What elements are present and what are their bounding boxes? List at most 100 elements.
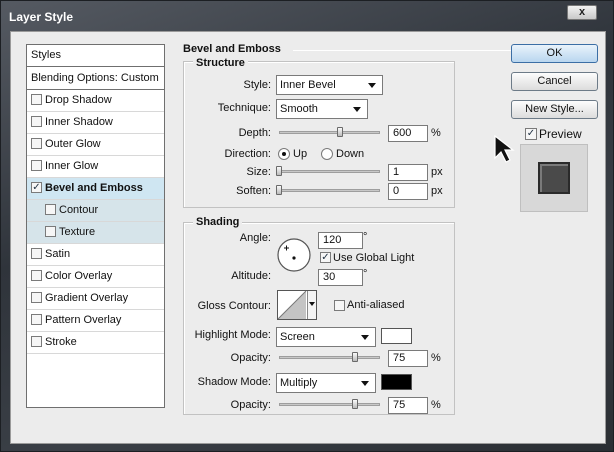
highlight-opacity-unit: % [431,352,441,364]
styles-header-label: Styles [31,49,61,61]
highlight-opacity-slider-thumb[interactable] [351,352,358,362]
style-label: Style: [243,79,271,91]
size-slider-thumb[interactable] [276,166,282,176]
dropdown-arrow-icon [353,107,361,112]
depth-slider-track[interactable] [279,131,380,134]
style-item-texture[interactable]: Texture [27,222,164,244]
dropdown-arrow-icon [368,83,376,88]
highlight-mode-label: Highlight Mode: [194,329,271,341]
angle-unit: ° [363,231,368,243]
style-item-label: Contour [59,204,99,216]
shadow-mode-value: Multiply [280,377,318,389]
technique-dropdown[interactable]: Smooth [276,99,368,119]
layer-style-dialog: Layer Style x Styles Blending Options: C… [0,0,614,452]
shadow-mode-label: Shadow Mode: [197,376,271,388]
style-value: Inner Bevel [280,79,336,91]
size-label: Size: [246,166,271,178]
style-item-contour[interactable]: Contour [27,200,164,222]
preview-checkbox[interactable]: ✓ [525,128,537,140]
style-checkbox[interactable] [31,270,42,281]
style-item-label: Blending Options: Custom [31,72,159,84]
direction-down-radio[interactable] [321,148,333,160]
style-checkbox[interactable] [31,336,42,347]
style-item-label: Gradient Overlay [45,292,129,304]
size-input[interactable]: 1 [388,164,428,181]
soften-label: Soften: [236,185,271,197]
style-item-label: Outer Glow [45,138,101,150]
style-checkbox[interactable] [31,160,42,171]
anti-aliased-label: Anti-aliased [347,299,405,311]
style-item-label: Inner Shadow [45,116,113,128]
style-item-inner-shadow[interactable]: Inner Shadow [27,112,164,134]
style-checkbox[interactable] [31,314,42,325]
direction-label: Direction: [224,148,271,160]
highlight-mode-dropdown[interactable]: Screen [276,327,376,347]
style-item-satin[interactable]: Satin [27,244,164,266]
gloss-contour-label: Gloss Contour: [197,300,271,312]
ok-button[interactable]: OK [511,44,598,63]
depth-label: Depth: [238,127,271,139]
highlight-opacity-slider-track[interactable] [279,356,380,359]
gloss-contour-picker[interactable] [277,290,317,320]
anti-aliased-checkbox[interactable] [334,300,345,311]
style-item-outer-glow[interactable]: Outer Glow [27,134,164,156]
checkmark-icon: ✓ [321,252,330,263]
global-light-checkbox[interactable]: ✓ [320,252,331,263]
style-checkbox[interactable] [31,138,42,149]
soften-slider-thumb[interactable] [276,185,282,195]
preview-box [520,144,588,212]
styles-header[interactable]: Styles [27,45,164,67]
highlight-opacity-input[interactable]: 75 [388,350,428,367]
highlight-color-swatch[interactable] [381,328,412,344]
style-item-drop-shadow[interactable]: Drop Shadow [27,90,164,112]
direction-up-label: Up [293,148,308,160]
dropdown-arrow-icon [309,302,315,306]
style-checkbox[interactable] [45,226,56,237]
style-item-blending-options-custom[interactable]: Blending Options: Custom [27,68,164,90]
style-checkbox[interactable] [31,94,42,105]
size-slider-track[interactable] [279,170,380,173]
shadow-mode-dropdown[interactable]: Multiply [276,373,376,393]
style-checkbox[interactable] [45,204,56,215]
style-item-label: Color Overlay [45,270,113,282]
highlight-mode-value: Screen [280,331,315,343]
shadow-opacity-slider-thumb[interactable] [351,399,358,409]
style-item-pattern-overlay[interactable]: Pattern Overlay [27,310,164,332]
style-item-inner-glow[interactable]: Inner Glow [27,156,164,178]
angle-label: Angle: [239,232,271,244]
style-item-bevel-and-emboss[interactable]: ✓ Bevel and Emboss [27,178,164,200]
shadow-opacity-unit: % [431,399,441,411]
soften-input[interactable]: 0 [388,183,428,200]
depth-slider-thumb[interactable] [336,127,343,137]
cancel-button[interactable]: Cancel [511,72,598,91]
style-item-color-overlay[interactable]: Color Overlay [27,266,164,288]
style-checkbox[interactable] [31,116,42,127]
style-item-gradient-overlay[interactable]: Gradient Overlay [27,288,164,310]
angle-dial-icon[interactable] [276,237,312,273]
depth-input[interactable]: 600 [388,125,428,142]
angle-input[interactable]: 120 [318,232,363,249]
style-dropdown[interactable]: Inner Bevel [276,75,383,95]
new-style-button[interactable]: New Style... [511,100,598,119]
window-title: Layer Style [9,10,74,24]
gloss-contour-dropdown[interactable] [307,291,316,319]
shadow-opacity-slider-track[interactable] [279,403,380,406]
shadow-color-swatch[interactable] [381,374,412,390]
technique-value: Smooth [280,103,318,115]
global-light-label: Use Global Light [333,252,415,264]
direction-down-label: Down [336,148,365,160]
style-item-stroke[interactable]: Stroke [27,332,164,354]
direction-up-radio[interactable] [278,148,290,160]
style-checkbox[interactable]: ✓ [31,182,42,193]
gloss-contour-icon [278,291,307,319]
style-checkbox[interactable] [31,248,42,259]
style-checkbox[interactable] [31,292,42,303]
style-item-label: Stroke [45,336,77,348]
bevel-section-title: Bevel and Emboss [183,43,281,55]
title-bar[interactable]: Layer Style x [1,1,613,31]
altitude-input[interactable]: 30 [318,269,363,286]
altitude-label: Altitude: [231,270,271,282]
soften-slider-track[interactable] [279,189,380,192]
shadow-opacity-input[interactable]: 75 [388,397,428,414]
close-button[interactable]: x [567,5,597,20]
